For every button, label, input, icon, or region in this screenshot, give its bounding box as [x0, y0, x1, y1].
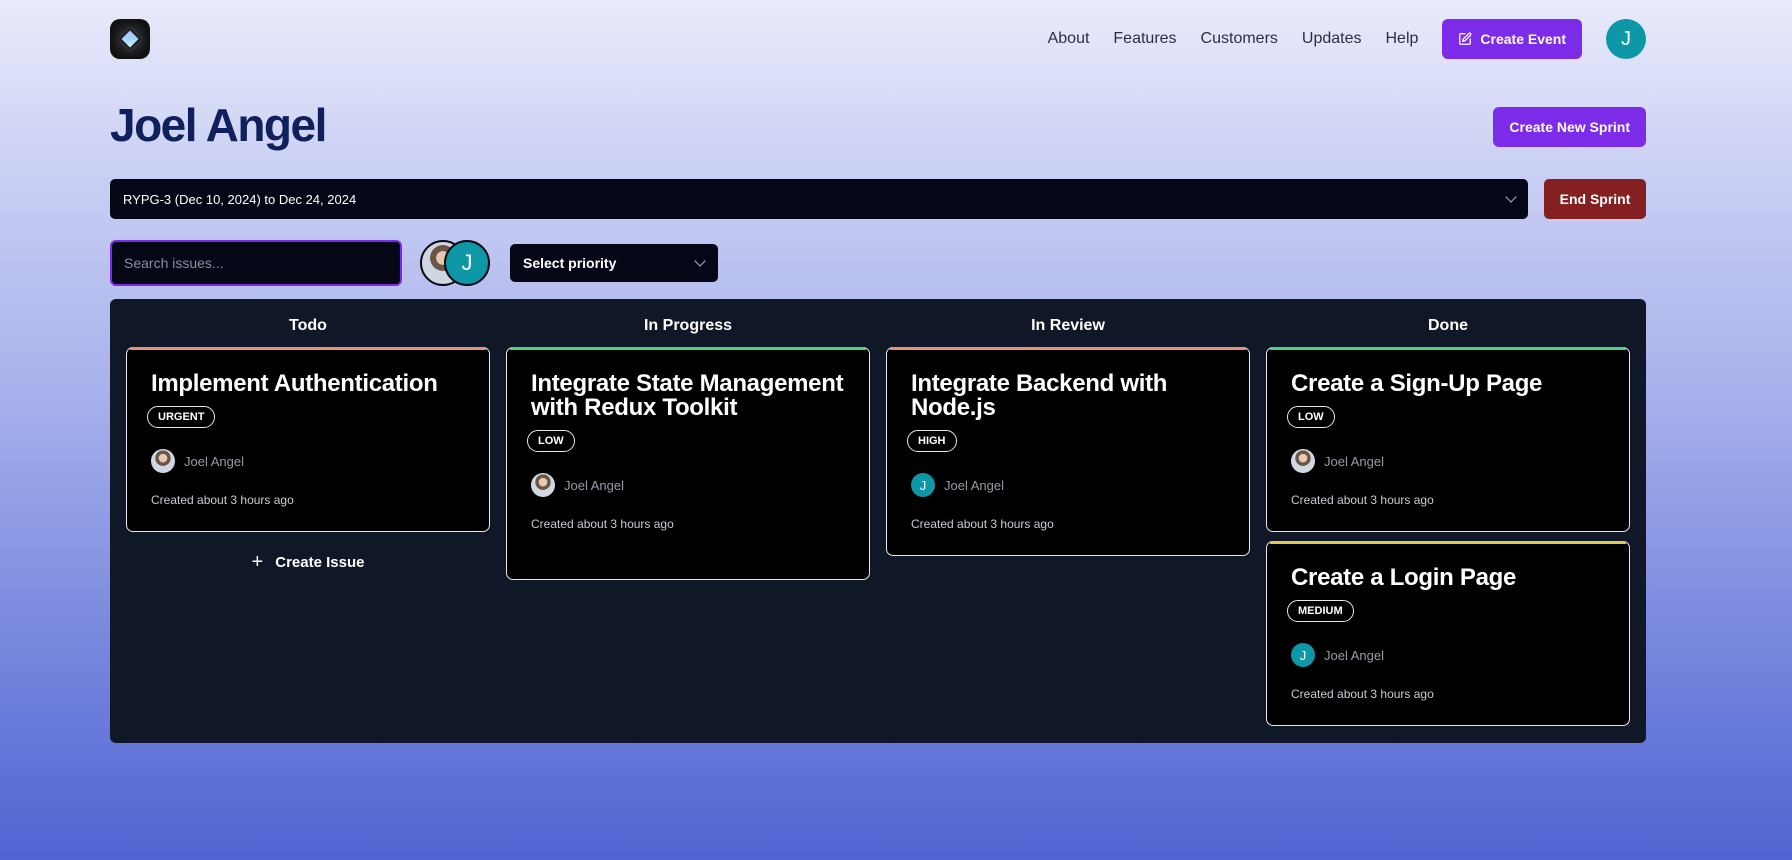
issue-assignee: Joel Angel	[531, 473, 845, 497]
issue-card[interactable]: Create a Login Page MEDIUM J Joel Angel …	[1266, 541, 1630, 726]
issue-created-time: Created about 3 hours ago	[1291, 493, 1434, 507]
avatar	[151, 449, 175, 473]
nav-link-updates[interactable]: Updates	[1302, 30, 1362, 48]
priority-select-placeholder: Select priority	[523, 255, 617, 271]
issue-card[interactable]: Integrate State Management with Redux To…	[506, 347, 870, 580]
issue-created-time: Created about 3 hours ago	[911, 517, 1054, 531]
create-new-sprint-button[interactable]: Create New Sprint	[1493, 107, 1646, 147]
priority-badge: URGENT	[147, 406, 216, 428]
issue-created-time: Created about 3 hours ago	[151, 493, 294, 507]
create-event-label: Create Event	[1480, 31, 1566, 47]
nav-link-help[interactable]: Help	[1386, 30, 1419, 48]
issue-title: Integrate Backend with Node.js	[911, 370, 1168, 421]
assignee-filter-avatars: J	[420, 240, 490, 286]
issue-card[interactable]: Integrate Backend with Node.js HIGH J Jo…	[886, 347, 1250, 556]
create-issue-label: Create Issue	[275, 553, 365, 571]
avatar: J	[1291, 643, 1315, 667]
assignee-name: Joel Angel	[1324, 453, 1384, 469]
nav-link-features[interactable]: Features	[1113, 30, 1176, 48]
assignee-name: Joel Angel	[564, 477, 624, 493]
priority-accent-bar	[890, 347, 1246, 350]
issue-assignee: Joel Angel	[1291, 449, 1605, 473]
avatar	[1291, 449, 1315, 473]
assignee-name: Joel Angel	[184, 453, 244, 469]
issue-assignee: J Joel Angel	[1291, 643, 1605, 667]
edit-icon	[1459, 32, 1472, 45]
assignee-name: Joel Angel	[1324, 647, 1384, 663]
sprint-select[interactable]: RYPG-3 (Dec 10, 2024) to Dec 24, 2024	[110, 179, 1528, 219]
issue-assignee: Joel Angel	[151, 449, 465, 473]
priority-badge: LOW	[527, 430, 575, 452]
issue-title: Integrate State Management with Redux To…	[531, 370, 844, 421]
issue-title: Create a Sign-Up Page	[1291, 370, 1543, 397]
nav-links: About Features Customers Updates Help Cr…	[1048, 19, 1646, 59]
priority-badge: HIGH	[907, 430, 957, 452]
end-sprint-button[interactable]: End Sprint	[1544, 179, 1646, 219]
issue-created-time: Created about 3 hours ago	[1291, 687, 1434, 701]
page-title: Joel Angel	[110, 99, 327, 151]
issue-card[interactable]: Create a Sign-Up Page LOW Joel Angel Cre…	[1266, 347, 1630, 532]
priority-badge: LOW	[1287, 406, 1335, 428]
avatar	[531, 473, 555, 497]
assignee-filter-avatar-j[interactable]: J	[444, 240, 490, 286]
create-issue-button[interactable]: + Create Issue	[126, 548, 490, 576]
chevron-down-icon	[694, 255, 706, 267]
nav-link-customers[interactable]: Customers	[1201, 30, 1278, 48]
kanban-board: Todo Implement Authentication URGENT Joe…	[110, 299, 1646, 743]
search-input[interactable]	[110, 240, 402, 286]
assignee-name: Joel Angel	[944, 477, 1004, 493]
plus-icon: +	[251, 551, 264, 573]
issue-title: Create a Login Page	[1291, 564, 1517, 591]
top-navigation: About Features Customers Updates Help Cr…	[110, 19, 1646, 59]
priority-badge: MEDIUM	[1287, 600, 1354, 622]
priority-accent-bar	[510, 347, 866, 350]
app-logo-icon[interactable]	[110, 19, 150, 59]
issue-assignee: J Joel Angel	[911, 473, 1225, 497]
issue-title: Implement Authentication	[151, 370, 438, 397]
user-avatar[interactable]: J	[1606, 19, 1646, 59]
issue-created-time: Created about 3 hours ago	[531, 517, 674, 531]
sprint-select-value: RYPG-3 (Dec 10, 2024) to Dec 24, 2024	[123, 191, 357, 207]
priority-accent-bar	[1270, 347, 1626, 350]
avatar: J	[911, 473, 935, 497]
issue-card[interactable]: Implement Authentication URGENT Joel Ang…	[126, 347, 490, 532]
column-title: Done	[1428, 317, 1468, 334]
priority-accent-bar	[130, 347, 486, 350]
column-title: Todo	[289, 317, 327, 334]
priority-select[interactable]: Select priority	[510, 244, 718, 282]
column-title: In Progress	[643, 317, 733, 334]
column-title: In Review	[1031, 317, 1105, 334]
nav-link-about[interactable]: About	[1048, 30, 1090, 48]
priority-accent-bar	[1270, 541, 1626, 544]
chevron-down-icon	[1505, 191, 1517, 203]
create-event-button[interactable]: Create Event	[1442, 19, 1582, 59]
